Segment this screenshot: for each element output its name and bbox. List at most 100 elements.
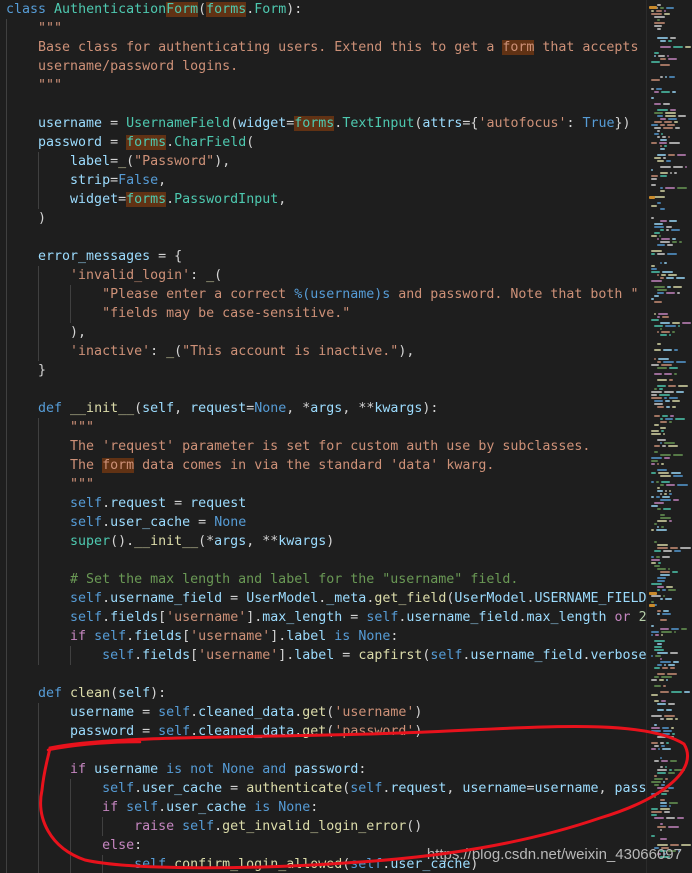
code-line[interactable]: ), (6, 323, 86, 342)
minimap-mark (662, 727, 669, 729)
code-line[interactable]: ) (6, 209, 46, 228)
minimap-mark (657, 520, 667, 522)
code-line[interactable]: self.username_field = UserModel._meta.ge… (6, 589, 646, 608)
code-line[interactable]: username = self.cleaned_data.get('userna… (6, 703, 422, 722)
code-line[interactable]: The form data comes in via the standard … (6, 456, 494, 475)
minimap-mark (669, 334, 671, 336)
minimap-mark (657, 580, 665, 582)
watermark-text: https://blog.csdn.net/weixin_43066097 (426, 846, 682, 863)
minimap-mark (651, 562, 656, 564)
minimap-mark (671, 229, 680, 231)
code-token: max_length (262, 610, 343, 625)
minimap-mark (656, 10, 662, 12)
code-token: username (6, 705, 135, 720)
minimap-mark (660, 145, 662, 147)
code-token: = (118, 192, 127, 207)
minimap-mark (654, 667, 660, 669)
code-line[interactable]: The 'request' parameter is set for custo… (6, 437, 590, 456)
code-token: _meta (326, 591, 367, 606)
code-line[interactable]: label=_("Password"), (6, 152, 230, 171)
minimap-mark (651, 280, 662, 282)
code-token: and (262, 762, 287, 777)
minimap-mark (664, 715, 675, 717)
code-line[interactable]: super().__init__(*args, **kwargs) (6, 532, 334, 551)
code-line[interactable]: strip=False, (6, 171, 166, 190)
minimap-mark (667, 253, 677, 255)
minimap-mark (672, 331, 675, 333)
minimap-mark (664, 373, 672, 375)
code-token: ) (414, 705, 423, 720)
minimap-mark (660, 175, 667, 177)
code-line[interactable]: } (6, 361, 46, 380)
minimap-mark (657, 253, 665, 255)
code-line[interactable]: self.fields['username'].max_length = sel… (6, 608, 646, 627)
minimap-mark (660, 766, 663, 768)
code-line[interactable]: if self.fields['username'].label is None… (6, 627, 398, 646)
code-token: ( (126, 154, 135, 169)
minimap-mark (651, 808, 658, 810)
code-line[interactable]: "Please enter a correct %(username)s and… (6, 285, 638, 304)
minimap-mark (654, 424, 659, 426)
code-token: . (166, 135, 175, 150)
minimap-mark (660, 574, 670, 576)
code-line[interactable]: 'inactive': _("This account is inactive.… (6, 342, 414, 361)
minimap-mark (657, 19, 660, 21)
code-line[interactable]: """ (6, 418, 94, 437)
code-line[interactable]: username = UsernameField(widget=forms.Te… (6, 114, 631, 133)
code-line[interactable]: raise self.get_invalid_login_error() (6, 817, 422, 836)
minimap-mark (670, 172, 672, 174)
code-line[interactable]: class AuthenticationForm(forms.Form): (6, 0, 302, 19)
code-token: __init__ (70, 401, 135, 416)
minimap-mark (665, 76, 667, 78)
code-line[interactable]: "fields may be case-sensitive." (6, 304, 350, 323)
minimap-mark (672, 406, 676, 408)
code-line[interactable]: Base class for authenticating users. Ext… (6, 38, 638, 57)
minimap-mark (654, 52, 659, 54)
code-token: . (166, 857, 175, 872)
code-token: . (190, 724, 199, 739)
code-token: = (166, 496, 191, 511)
indent-guide (70, 779, 71, 873)
minimap-mark (660, 808, 670, 810)
code-line[interactable]: self.confirm_login_allowed(self.user_cac… (6, 855, 478, 873)
minimap-mark (655, 655, 661, 657)
minimap-mark (657, 202, 661, 204)
code-line[interactable]: error_messages = { (6, 247, 182, 266)
code-token: [ (182, 629, 191, 644)
code-line[interactable]: self.fields['username'].label = capfirst… (6, 646, 646, 665)
minimap-mark (661, 760, 668, 762)
minimap-mark (667, 124, 675, 126)
code-line[interactable]: def clean(self): (6, 684, 166, 703)
code-line[interactable]: """ (6, 76, 62, 95)
minimap-mark (666, 226, 672, 228)
minimap-mark (651, 715, 662, 717)
minimap-mark (656, 88, 662, 90)
minimap-mark (662, 271, 673, 273)
code-line[interactable]: password = self.cleaned_data.get('passwo… (6, 722, 422, 741)
code-line[interactable]: else: (6, 836, 142, 855)
code-token: 254 (638, 610, 646, 625)
code-line[interactable]: username/password logins. (6, 57, 238, 76)
code-line[interactable]: if self.user_cache is None: (6, 798, 318, 817)
minimap-mark (651, 814, 657, 816)
code-line[interactable]: self.user_cache = authenticate(self.requ… (6, 779, 646, 798)
code-token: ( (110, 686, 119, 701)
code-token: (). (110, 534, 135, 549)
minimap-mark (651, 433, 661, 435)
minimap-mark (654, 403, 663, 405)
minimap-mark (657, 115, 663, 117)
minimap-mark (660, 40, 666, 42)
code-line[interactable]: widget=forms.PasswordInput, (6, 190, 286, 209)
code-line[interactable]: if username is not None and password: (6, 760, 366, 779)
code-editor[interactable]: class AuthenticationForm(forms.Form): ""… (0, 0, 646, 873)
minimap[interactable] (646, 0, 692, 873)
code-line[interactable]: # Set the max length and label for the "… (6, 570, 518, 589)
minimap-mark (658, 313, 668, 315)
code-line[interactable]: self.request = request (6, 494, 246, 513)
minimap-search-match (649, 592, 657, 595)
code-line[interactable]: """ (6, 19, 62, 38)
code-line[interactable]: def __init__(self, request=None, *args, … (6, 399, 438, 418)
code-line[interactable]: password = forms.CharField( (6, 133, 254, 152)
code-line[interactable]: self.user_cache = None (6, 513, 246, 532)
code-line[interactable]: """ (6, 475, 94, 494)
